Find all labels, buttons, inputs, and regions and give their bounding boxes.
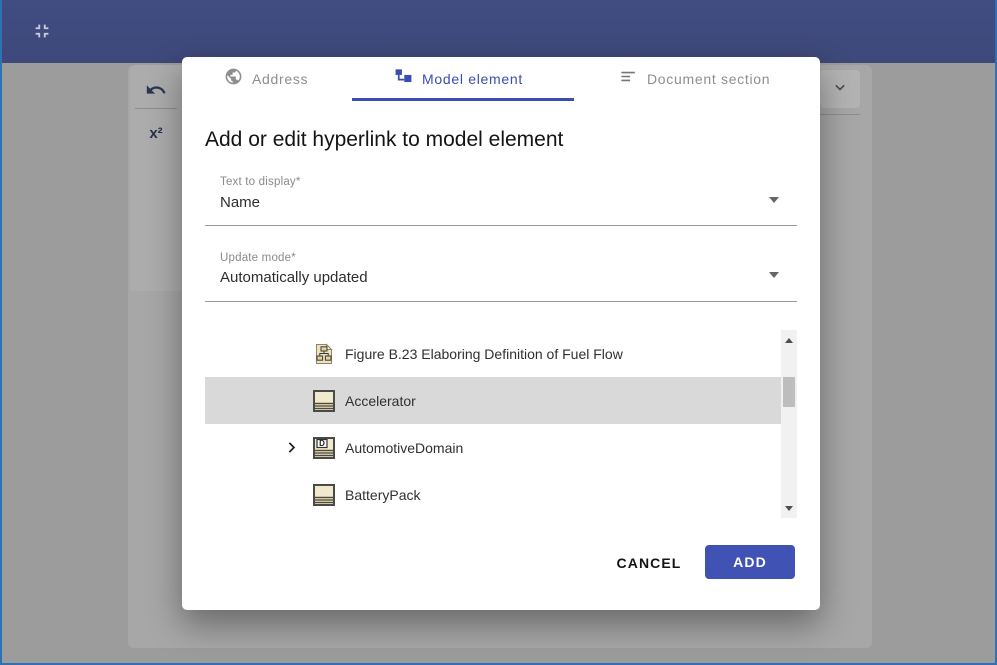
svg-text:D: D [319, 439, 325, 448]
text-to-display-select[interactable] [205, 173, 797, 225]
field-underline [205, 301, 797, 302]
scrollbar-thumb[interactable] [783, 377, 795, 407]
tab-model-element-label: Model element [422, 71, 523, 87]
tree-item-label: Figure B.23 Elaboring Definition of Fuel… [345, 346, 623, 362]
add-button[interactable]: ADD [705, 545, 795, 579]
block-icon [313, 390, 335, 412]
chevron-down-icon [830, 77, 850, 102]
tab-address-label: Address [252, 71, 308, 87]
diagram-figure-icon [313, 343, 335, 365]
model-element-tree: Figure B.23 Elaboring Definition of Fuel… [205, 330, 797, 518]
application-window: x² Address Model element [0, 0, 997, 665]
cancel-button[interactable]: CANCEL [609, 546, 689, 580]
update-mode-select[interactable] [205, 249, 797, 301]
toolbar-divider [135, 108, 177, 109]
document-section-icon [619, 67, 638, 91]
chevron-spacer [281, 344, 301, 364]
undo-icon [145, 79, 167, 106]
globe-icon [224, 67, 243, 91]
model-element-icon [394, 67, 413, 91]
tree-item-label: AutomotiveDomain [345, 440, 463, 456]
style-dropdown-button[interactable] [820, 70, 860, 108]
block-icon [313, 484, 335, 506]
domain-block-icon: D [313, 437, 335, 459]
tree-item-batterypack[interactable]: BatteryPack [205, 471, 781, 518]
scroll-down-icon[interactable] [781, 500, 797, 516]
tree-item-label: Accelerator [345, 393, 416, 409]
chevron-spacer [281, 391, 301, 411]
tree-scrollbar[interactable] [781, 330, 797, 518]
tab-model-element[interactable]: Model element [394, 57, 523, 101]
tree-item-figure[interactable]: Figure B.23 Elaboring Definition of Fuel… [205, 330, 781, 377]
active-tab-indicator [352, 98, 574, 101]
editor-side-toolbar: x² [130, 65, 182, 291]
superscript-button[interactable]: x² [140, 118, 172, 148]
tab-document-section[interactable]: Document section [619, 57, 770, 101]
field-underline [205, 225, 797, 226]
fullscreen-exit-icon[interactable] [31, 20, 55, 44]
hyperlink-dialog: Address Model element Document section A… [182, 57, 820, 610]
tree-item-automotivedomain[interactable]: D AutomotiveDomain [205, 424, 781, 471]
undo-button[interactable] [140, 77, 172, 107]
chevron-spacer [281, 485, 301, 505]
tree-item-label: BatteryPack [345, 487, 420, 503]
app-header-bar [2, 0, 995, 63]
tab-document-section-label: Document section [647, 71, 770, 87]
expand-chevron-icon[interactable] [281, 438, 301, 458]
tab-address[interactable]: Address [224, 57, 308, 101]
dialog-title: Add or edit hyperlink to model element [205, 128, 563, 152]
tree-item-accelerator[interactable]: Accelerator [205, 377, 781, 424]
scroll-up-icon[interactable] [781, 332, 797, 348]
